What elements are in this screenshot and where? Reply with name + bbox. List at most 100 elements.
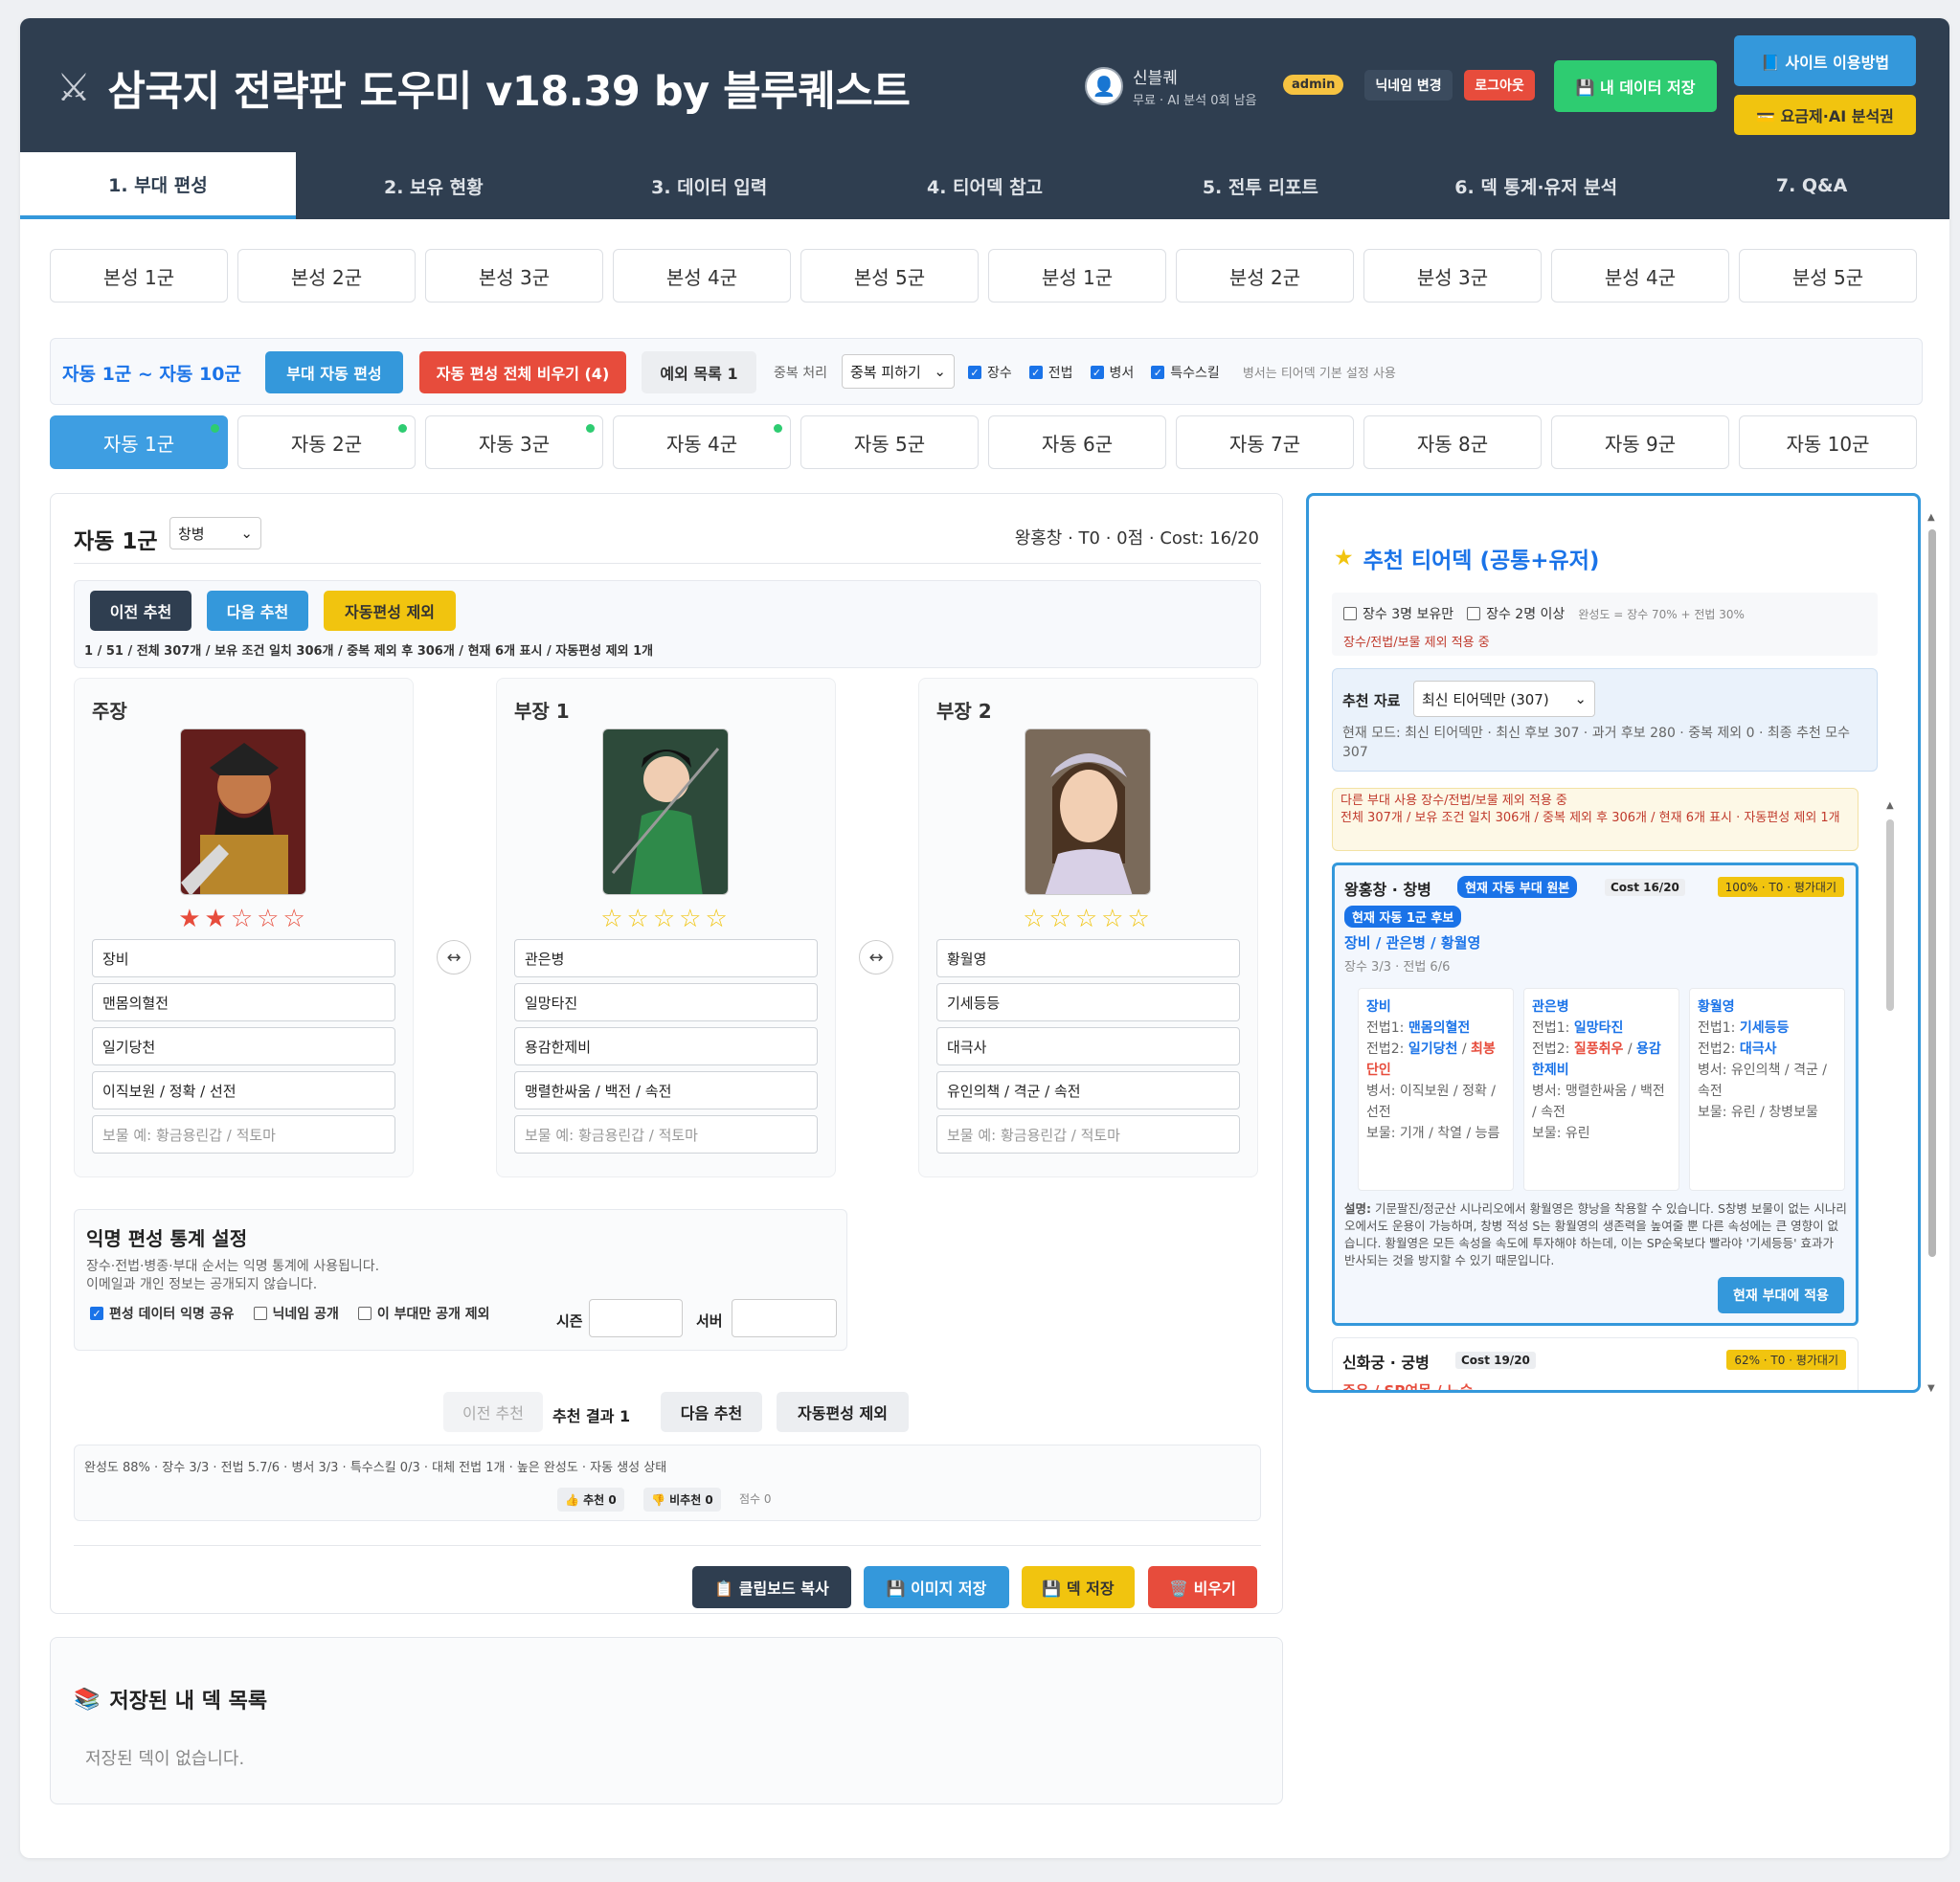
tab-holdings[interactable]: 2. 보유 현황: [296, 152, 572, 219]
auto-squad-tab[interactable]: 자동 3군: [425, 415, 603, 469]
treasure-input[interactable]: 보물 예: 황금용린갑 / 적토마: [936, 1115, 1240, 1154]
scroll-thumb[interactable]: [1886, 819, 1894, 1011]
server-input[interactable]: [732, 1299, 837, 1337]
rec-percent: 62% · T0 · 평가대기: [1726, 1350, 1846, 1370]
dislike-button[interactable]: 👎 비추천 0: [643, 1488, 721, 1512]
score-text: 점수 0: [739, 1492, 772, 1506]
check-skill[interactable]: ✓ 전법: [1028, 363, 1073, 382]
swap-button[interactable]: ↔: [859, 940, 893, 975]
nickname-change-button[interactable]: 닉네임 변경: [1364, 70, 1453, 101]
own2-check[interactable]: 장수 2명 이상: [1467, 604, 1565, 623]
auto-squad-tab[interactable]: 자동 10군: [1739, 415, 1917, 469]
recommend-card-1[interactable]: 왕홍창 · 창병 현재 자동 부대 원본 Cost 16/20 100% · T…: [1332, 863, 1859, 1326]
general-field[interactable]: 장비: [92, 939, 395, 977]
squad-tab[interactable]: 본성 4군: [613, 249, 791, 302]
check-special[interactable]: ✓ 특수스킬: [1151, 363, 1220, 382]
squad-tab[interactable]: 분성 2군: [1176, 249, 1354, 302]
general-portrait[interactable]: [180, 728, 306, 895]
next-recommend-button[interactable]: 다음 추천: [207, 591, 308, 631]
skill2-field[interactable]: 일기당천: [92, 1027, 395, 1065]
auto-formation-button[interactable]: 부대 자동 편성: [265, 351, 403, 393]
squad-tab[interactable]: 분성 3군: [1363, 249, 1542, 302]
tab-squad-formation[interactable]: 1. 부대 편성: [20, 152, 296, 219]
skill1-field[interactable]: 맨몸의혈전: [92, 983, 395, 1021]
user-info: 👤 신블퀘 무료 · AI 분석 0회 남음: [1085, 64, 1257, 108]
squad-tab[interactable]: 본성 5군: [800, 249, 979, 302]
logout-button[interactable]: 로그아웃: [1464, 70, 1535, 101]
save-my-data-button[interactable]: 💾 내 데이터 저장: [1554, 60, 1717, 112]
treasure-input[interactable]: 보물 예: 황금용린갑 / 적토마: [514, 1115, 818, 1154]
squad-tab[interactable]: 본성 2군: [237, 249, 416, 302]
tab-tier-deck[interactable]: 4. 티어덱 참고: [847, 152, 1123, 219]
check-general[interactable]: ✓ 장수: [968, 363, 1012, 382]
clear-auto-button[interactable]: 자동 편성 전체 비우기 (4): [419, 351, 626, 393]
dup-select[interactable]: 중복 피하기 ⌄: [842, 354, 955, 389]
squad-tab[interactable]: 분성 4군: [1551, 249, 1729, 302]
exception-list-button[interactable]: 예외 목록 1: [642, 351, 756, 393]
swap-button[interactable]: ↔: [437, 940, 471, 975]
site-howto-button[interactable]: 📘 사이트 이용방법: [1734, 35, 1916, 86]
result-stats: 완성도 88% · 장수 3/3 · 전법 5.7/6 · 병서 3/3 · 특…: [74, 1445, 1261, 1521]
save-deck-button[interactable]: 💾 덱 저장: [1022, 1566, 1135, 1608]
result-exclude-button[interactable]: 자동편성 제외: [777, 1392, 909, 1432]
tab-data-input[interactable]: 3. 데이터 입력: [572, 152, 847, 219]
auto-squad-tab[interactable]: 자동 2군: [237, 415, 416, 469]
like-button[interactable]: 👍 추천 0: [557, 1488, 624, 1512]
share-anon-check[interactable]: ✓ 편성 데이터 익명 공유: [90, 1304, 235, 1323]
auto-squad-tab[interactable]: 자동 8군: [1363, 415, 1542, 469]
copy-clipboard-button[interactable]: 📋 클립보드 복사: [692, 1566, 851, 1608]
book-field[interactable]: 맹렬한싸움 / 백전 / 속전: [514, 1071, 818, 1109]
result-prev-button[interactable]: 이전 추천: [443, 1392, 543, 1432]
squad-tab[interactable]: 분성 5군: [1739, 249, 1917, 302]
check-book[interactable]: ✓ 병서: [1090, 363, 1134, 382]
recommend-card-2[interactable]: 신화궁 · 궁병 Cost 19/20 62% · T0 · 평가대기 주유 /…: [1332, 1337, 1859, 1390]
chevron-up-icon: ▲: [1886, 800, 1894, 811]
portrait-huang-yueying: [1025, 729, 1150, 894]
nickname-public-check[interactable]: 닉네임 공개: [253, 1304, 339, 1323]
pricing-button[interactable]: 💳 요금제·AI 분석권: [1734, 95, 1916, 135]
general-portrait[interactable]: [602, 728, 729, 895]
save-image-button[interactable]: 💾 이미지 저장: [864, 1566, 1009, 1608]
clear-button[interactable]: 🗑️ 비우기: [1148, 1566, 1257, 1608]
squad-tab[interactable]: 본성 3군: [425, 249, 603, 302]
tab-qna[interactable]: 7. Q&A: [1674, 152, 1949, 219]
skill1-field[interactable]: 일망타진: [514, 983, 818, 1021]
star-rating[interactable]: ☆☆☆☆☆: [497, 905, 835, 933]
exclude-squad-check[interactable]: 이 부대만 공개 제외: [357, 1304, 490, 1323]
star-rating[interactable]: ★★☆☆☆: [75, 905, 413, 933]
squad-tab[interactable]: 본성 1군: [50, 249, 228, 302]
season-input[interactable]: [589, 1299, 683, 1337]
skill2-field[interactable]: 용감한제비: [514, 1027, 818, 1065]
squad-tab[interactable]: 분성 1군: [988, 249, 1166, 302]
auto-squad-tab[interactable]: 자동 4군: [613, 415, 791, 469]
main-squad-row: 본성 1군 본성 2군 본성 3군 본성 4군 본성 5군 분성 1군 분성 2…: [50, 249, 1917, 302]
inner-scrollbar[interactable]: ▲: [1883, 800, 1895, 1384]
prev-recommend-button[interactable]: 이전 추천: [90, 591, 191, 631]
skill2-field[interactable]: 대극사: [936, 1027, 1240, 1065]
own3-check[interactable]: 장수 3명 보유만: [1343, 604, 1453, 623]
tab-battle-report[interactable]: 5. 전투 리포트: [1122, 152, 1398, 219]
auto-squad-tab[interactable]: 자동 7군: [1176, 415, 1354, 469]
book-field[interactable]: 이직보원 / 정확 / 선전: [92, 1071, 395, 1109]
treasure-input[interactable]: 보물 예: 황금용린갑 / 적토마: [92, 1115, 395, 1154]
source-select[interactable]: 최신 티어덱만 (307) ⌄: [1413, 681, 1595, 717]
book-field[interactable]: 유인의책 / 격군 / 속전: [936, 1071, 1240, 1109]
rec-name: 왕홍창 · 창병: [1344, 881, 1431, 899]
tab-deck-stats[interactable]: 6. 덱 통계·유저 분석: [1398, 152, 1674, 219]
auto-squad-tab[interactable]: 자동 6군: [988, 415, 1166, 469]
scroll-thumb[interactable]: [1928, 529, 1936, 1257]
auto-squad-tab[interactable]: 자동 5군: [800, 415, 979, 469]
result-next-button[interactable]: 다음 추천: [661, 1392, 762, 1432]
general-field[interactable]: 관은병: [514, 939, 818, 977]
general-portrait[interactable]: [1025, 728, 1151, 895]
apply-to-squad-button[interactable]: 현재 부대에 적용: [1718, 1277, 1844, 1313]
skill1-field[interactable]: 기세등등: [936, 983, 1240, 1021]
exclude-auto-button[interactable]: 자동편성 제외: [324, 591, 456, 631]
right-panel-scrollbar[interactable]: ▲ ▼: [1926, 512, 1939, 1400]
troop-select[interactable]: 창병 ⌄: [169, 517, 261, 549]
star-rating[interactable]: ☆☆☆☆☆: [919, 905, 1257, 933]
auto-squad-tab[interactable]: 자동 9군: [1551, 415, 1729, 469]
auto-squad-tab[interactable]: 자동 1군: [50, 415, 228, 469]
general-field[interactable]: 황월영: [936, 939, 1240, 977]
crossed-swords-icon: ⚔: [56, 66, 91, 110]
